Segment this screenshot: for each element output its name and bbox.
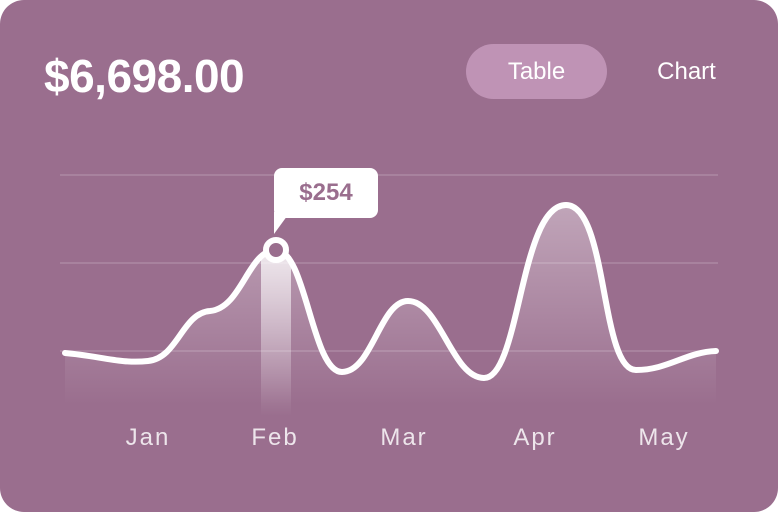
highlight-bar <box>261 256 291 416</box>
x-tick-label: May <box>638 424 690 451</box>
x-tick-label: Jan <box>125 424 171 451</box>
x-tick-label: Feb <box>251 424 299 451</box>
area-fill <box>65 205 716 405</box>
balance-card: $6,698.00 Table Chart $254 Jan Feb Mar A… <box>0 0 778 512</box>
value-tooltip: $254 <box>274 168 378 218</box>
x-tick-label: Apr <box>513 424 557 451</box>
x-tick-label: Mar <box>380 424 428 451</box>
highlight-point[interactable] <box>263 237 289 263</box>
